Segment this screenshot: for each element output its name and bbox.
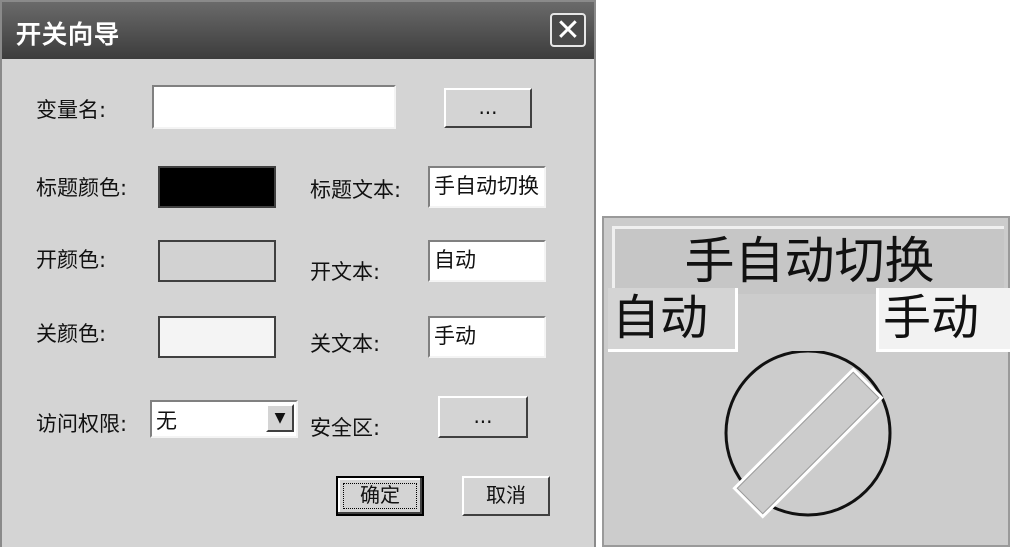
title-color-label: 标题颜色: [36,176,128,200]
off-color-label: 关颜色: [36,322,107,346]
cancel-button[interactable]: 取消 [462,476,550,516]
safe-zone-label: 安全区: [310,416,381,440]
focus-ring [343,483,417,509]
close-button[interactable]: ✕ [550,13,586,47]
on-color-label: 开颜色: [36,248,107,272]
switch-preview: 手自动切换 自动 手动 [598,212,1010,547]
switch-wizard-dialog: 开关向导 ✕ 变量名: ... 标题颜色: 标题文本: 手自动切换 开颜色: 开… [0,0,596,547]
off-text-input[interactable]: 手动 [428,316,546,358]
preview-on-text: 自动 [608,288,738,352]
variable-name-label: 变量名: [36,98,107,122]
access-level-value: 无 [156,409,177,433]
safe-zone-browse-button[interactable]: ... [438,396,528,438]
on-text-input[interactable]: 自动 [428,240,546,282]
on-color-swatch[interactable] [158,240,276,282]
on-text-label: 开文本: [310,260,381,284]
close-icon: ✕ [555,13,581,48]
preview-off-text: 手动 [876,288,1010,352]
title-color-swatch[interactable] [158,166,276,208]
off-color-swatch[interactable] [158,316,276,358]
title-bar[interactable]: 开关向导 ✕ [2,2,594,59]
ok-button[interactable]: 确定 [336,476,424,516]
title-text-label: 标题文本: [310,178,402,202]
off-text-label: 关文本: [310,332,381,356]
title-text-input[interactable]: 手自动切换 [428,166,546,208]
knob-handle [732,367,884,519]
preview-title: 手自动切换 [612,226,1004,294]
variable-name-input[interactable] [152,85,396,129]
dropdown-arrow-icon[interactable]: ▼ [266,404,294,432]
access-level-label: 访问权限: [36,412,128,436]
variable-browse-button[interactable]: ... [444,88,532,128]
dialog-title: 开关向导 [16,20,121,49]
access-level-select[interactable]: 无 ▼ [150,400,298,438]
rotary-switch-knob[interactable] [708,351,908,551]
